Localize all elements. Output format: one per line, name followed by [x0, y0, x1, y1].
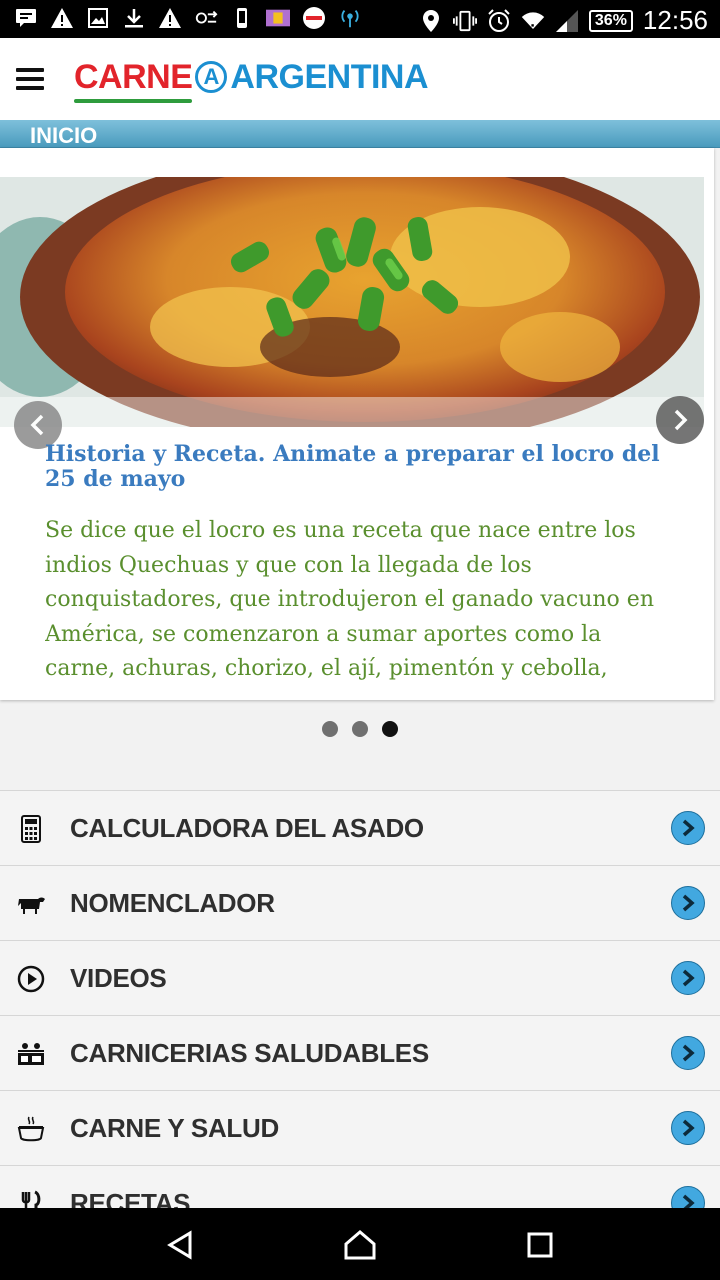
status-bar: 36% 12:56	[0, 0, 720, 38]
play-icon	[16, 965, 46, 993]
carne-argentina-logo[interactable]: CARNE A ARGENTINA	[74, 52, 429, 103]
menu-item-carne-y-salud[interactable]: CARNE Y SALUD	[0, 1090, 720, 1165]
hamburger-menu-icon[interactable]	[16, 68, 44, 94]
warning-icon	[158, 5, 182, 31]
message-icon	[14, 5, 38, 31]
menu-item-nomenclador[interactable]: NOMENCLADOR	[0, 865, 720, 940]
chevron-right-icon[interactable]	[671, 886, 705, 920]
back-icon[interactable]	[160, 1230, 200, 1260]
menu-item-videos[interactable]: VIDEOS	[0, 940, 720, 1015]
slider-dot-1[interactable]	[322, 721, 338, 737]
recent-apps-icon[interactable]	[520, 1230, 560, 1260]
location-icon	[419, 8, 443, 34]
app-icon	[302, 5, 326, 31]
menu-item-calculadora[interactable]: CALCULADORA DEL ASADO	[0, 790, 720, 865]
slider-pagination	[322, 721, 398, 737]
sync-icon	[194, 5, 218, 31]
vibrate-icon	[452, 8, 477, 34]
signal-icon	[555, 8, 579, 34]
wifi-icon	[521, 8, 545, 34]
home-icon[interactable]	[340, 1230, 380, 1260]
menu-item-label: NOMENCLADOR	[70, 888, 275, 918]
menu-item-label: CARNICERIAS SALUDABLES	[70, 1038, 429, 1068]
menu-item-label: CARNE Y SALUD	[70, 1113, 279, 1143]
phone-icon	[230, 5, 254, 31]
download-icon	[122, 5, 146, 31]
chevron-right-icon[interactable]	[671, 811, 705, 845]
cow-icon	[16, 890, 46, 918]
app-screen: 36% 12:56 CARNE A ARGENTINA INICIO Histo…	[0, 0, 720, 1280]
slider-next-button[interactable]	[656, 396, 704, 444]
slide-image-fade	[0, 397, 704, 427]
logo-argentina-text: ARGENTINA	[230, 57, 429, 96]
chevron-right-icon[interactable]	[671, 1111, 705, 1145]
image-icon	[86, 5, 110, 31]
main-menu-list: CALCULADORA DEL ASADO NOMENCLADOR VIDEOS	[0, 790, 720, 1240]
slider-dot-2[interactable]	[352, 721, 368, 737]
chevron-right-icon[interactable]	[671, 961, 705, 995]
menu-item-carnicerias[interactable]: CARNICERIAS SALUDABLES	[0, 1015, 720, 1090]
logo-a-mark: A	[195, 61, 228, 93]
butcher-shop-icon	[16, 1040, 46, 1068]
slide-title[interactable]: Historia y Receta. Animate a preparar el…	[45, 442, 665, 492]
system-navigation-bar	[0, 1208, 720, 1280]
clock: 12:56	[642, 5, 708, 35]
logo-carne-text: CARNE	[74, 57, 193, 103]
steaming-bowl-icon	[16, 1115, 46, 1143]
system-icons: 36% 12:56	[419, 5, 708, 36]
chevron-right-icon[interactable]	[671, 1036, 705, 1070]
slide-image[interactable]	[0, 177, 704, 427]
battery-indicator: 36%	[588, 9, 633, 32]
chevron-left-icon	[30, 414, 44, 436]
menu-item-label: CALCULADORA DEL ASADO	[70, 813, 424, 843]
warning-icon	[50, 5, 74, 31]
section-title-bar: INICIO	[0, 120, 720, 148]
alarm-icon	[487, 8, 511, 34]
slide-excerpt: Se dice que el locro es una receta que n…	[45, 518, 654, 681]
chevron-right-icon	[674, 409, 688, 431]
app-header: CARNE A ARGENTINA	[0, 38, 720, 120]
hotspot-icon	[338, 5, 362, 31]
parking-icon	[266, 5, 290, 31]
featured-slider: Historia y Receta. Animate a preparar el…	[0, 148, 714, 700]
section-title: INICIO	[30, 123, 98, 148]
calculator-icon	[16, 815, 46, 843]
slider-dot-3-active[interactable]	[382, 721, 398, 737]
notification-icons	[14, 5, 362, 31]
menu-item-label: VIDEOS	[70, 963, 167, 993]
